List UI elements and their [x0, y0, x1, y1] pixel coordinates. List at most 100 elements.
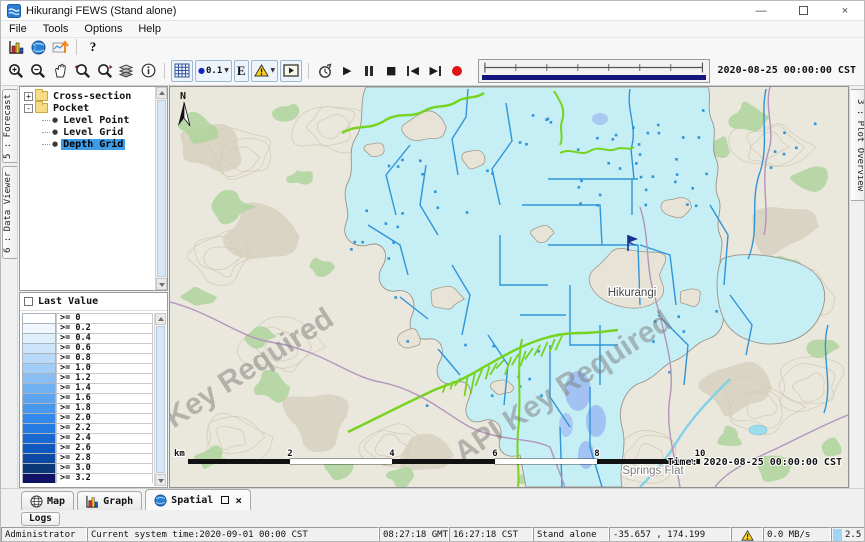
- legend-class-label: >= 1.4: [56, 383, 153, 393]
- tab-map[interactable]: Map: [21, 491, 74, 510]
- tree-item-depth-grid[interactable]: ● Depth Grid: [20, 138, 155, 150]
- legend-row[interactable]: >= 3.0: [22, 463, 153, 473]
- grid-display-button[interactable]: [171, 60, 193, 82]
- legend-row[interactable]: >= 2.4: [22, 433, 153, 443]
- legend-row[interactable]: >= 0: [22, 313, 153, 323]
- grid-dot: [638, 143, 641, 146]
- map-panel: API Key Required API Key Required Hikura…: [169, 86, 849, 488]
- legend-row[interactable]: >= 0.6: [22, 343, 153, 353]
- menu-tools[interactable]: Tools: [35, 21, 77, 37]
- legend-row[interactable]: >= 2.8: [22, 453, 153, 463]
- grid-dot: [619, 167, 622, 170]
- last-value-checkbox[interactable]: [24, 297, 33, 306]
- tree-scrollbar[interactable]: [155, 87, 167, 290]
- sidebar-tab-forecast[interactable]: 5 : Forecast: [2, 89, 17, 163]
- expander-icon[interactable]: +: [24, 92, 33, 101]
- grid-dot: [394, 296, 397, 299]
- time-navigator-slider[interactable]: [478, 59, 709, 83]
- globe-map-icon[interactable]: [27, 36, 49, 58]
- legend-header: Last Value: [20, 293, 167, 311]
- zoom-out-icon[interactable]: [27, 60, 49, 82]
- scroll-down-icon[interactable]: [156, 278, 167, 290]
- svg-text:8: 8: [594, 449, 599, 459]
- info-icon[interactable]: [137, 60, 159, 82]
- legend-row[interactable]: >= 1.4: [22, 383, 153, 393]
- legend-row[interactable]: >= 1.8: [22, 403, 153, 413]
- skip-to-end-button[interactable]: ▶: [424, 60, 446, 82]
- node-bullet-icon: ●: [52, 129, 58, 136]
- left-panel: + Cross-section - Pocket ● Level Point: [18, 86, 169, 488]
- panel-close-icon[interactable]: ×: [235, 494, 242, 507]
- right-tab-strip: 3 : Plot Overview: [849, 86, 865, 488]
- scroll-up-icon[interactable]: [155, 313, 166, 325]
- grid-dot: [774, 150, 777, 153]
- grid-dot: [632, 126, 635, 129]
- close-button[interactable]: ×: [824, 1, 865, 20]
- warning-threshold-button[interactable]: ▼: [251, 60, 279, 82]
- scroll-down-icon[interactable]: [155, 474, 166, 486]
- logs-button[interactable]: Logs: [21, 512, 60, 526]
- minimize-button[interactable]: —: [740, 1, 782, 20]
- play-button[interactable]: ▶: [336, 60, 358, 82]
- legend-row[interactable]: >= 3.2: [22, 473, 153, 483]
- maximize-button[interactable]: [782, 1, 824, 20]
- grid-dot: [577, 148, 580, 151]
- layers-icon[interactable]: [115, 60, 137, 82]
- grid-dot: [676, 173, 679, 176]
- grid-dot: [519, 141, 522, 144]
- legend-row[interactable]: >= 1.0: [22, 363, 153, 373]
- legend-row[interactable]: >= 0.8: [22, 353, 153, 363]
- graph-display-icon[interactable]: [5, 36, 27, 58]
- tree-item-level-point[interactable]: ● Level Point: [20, 114, 155, 126]
- node-bullet-icon: ●: [52, 117, 58, 124]
- legend-color-swatch: [22, 473, 56, 483]
- sidebar-tab-data-viewer[interactable]: 6 : Data Viewer: [2, 166, 17, 259]
- legend-row[interactable]: >= 0.4: [22, 333, 153, 343]
- set-time-icon[interactable]: [314, 60, 336, 82]
- menu-file[interactable]: File: [1, 21, 35, 37]
- grid-dot: [795, 147, 798, 150]
- legend-row[interactable]: >= 1.6: [22, 393, 153, 403]
- legend-row[interactable]: >= 2.6: [22, 443, 153, 453]
- animation-dialog-button[interactable]: [280, 60, 302, 82]
- zoom-previous-icon[interactable]: [71, 60, 93, 82]
- map-canvas[interactable]: API Key Required API Key Required Hikura…: [170, 87, 848, 487]
- grid-dot: [640, 176, 643, 179]
- zoom-next-icon[interactable]: [93, 60, 115, 82]
- scroll-up-icon[interactable]: [156, 87, 167, 99]
- editor-button[interactable]: E: [234, 60, 249, 82]
- zoom-in-icon[interactable]: [5, 60, 27, 82]
- record-button[interactable]: [446, 60, 468, 82]
- pan-hand-icon[interactable]: [49, 60, 71, 82]
- tab-graph[interactable]: Graph: [77, 491, 142, 510]
- legend-color-swatch: [22, 403, 56, 413]
- legend-row[interactable]: >= 2.0: [22, 413, 153, 423]
- pause-button[interactable]: [358, 60, 380, 82]
- legend-color-swatch: [22, 333, 56, 343]
- help-icon[interactable]: ?: [82, 36, 104, 58]
- folder-icon: [35, 91, 48, 101]
- legend-row[interactable]: >= 2.2: [22, 423, 153, 433]
- legend-scrollbar[interactable]: [154, 313, 166, 486]
- interval-threshold-button[interactable]: ● 0.1 ▼: [195, 60, 232, 82]
- legend-rows: >= 0>= 0.2>= 0.4>= 0.6>= 0.8>= 1.0>= 1.2…: [22, 313, 153, 487]
- tab-spatial[interactable]: Spatial ×: [145, 489, 251, 510]
- menu-help[interactable]: Help: [130, 21, 169, 37]
- interval-value: 0.1: [206, 66, 222, 76]
- grid-dot: [652, 175, 655, 178]
- skip-to-start-button[interactable]: ◀: [402, 60, 424, 82]
- legend-class-label: >= 1.2: [56, 373, 153, 383]
- timeseries-editor-icon[interactable]: [49, 36, 71, 58]
- grid-dot: [464, 344, 467, 347]
- legend-row[interactable]: >= 0.2: [22, 323, 153, 333]
- panel-maximize-icon[interactable]: [221, 496, 229, 504]
- stop-button[interactable]: ■: [380, 60, 402, 82]
- tree-item-pocket[interactable]: - Pocket: [20, 102, 155, 114]
- tree-item-level-grid[interactable]: ● Level Grid: [20, 126, 155, 138]
- logs-row: Logs: [1, 510, 865, 527]
- expander-icon[interactable]: -: [24, 104, 33, 113]
- legend-row[interactable]: >= 1.2: [22, 373, 153, 383]
- menu-options[interactable]: Options: [76, 21, 130, 37]
- sidebar-tab-plot-overview[interactable]: 3 : Plot Overview: [851, 89, 865, 201]
- status-warning-cell[interactable]: [731, 527, 763, 542]
